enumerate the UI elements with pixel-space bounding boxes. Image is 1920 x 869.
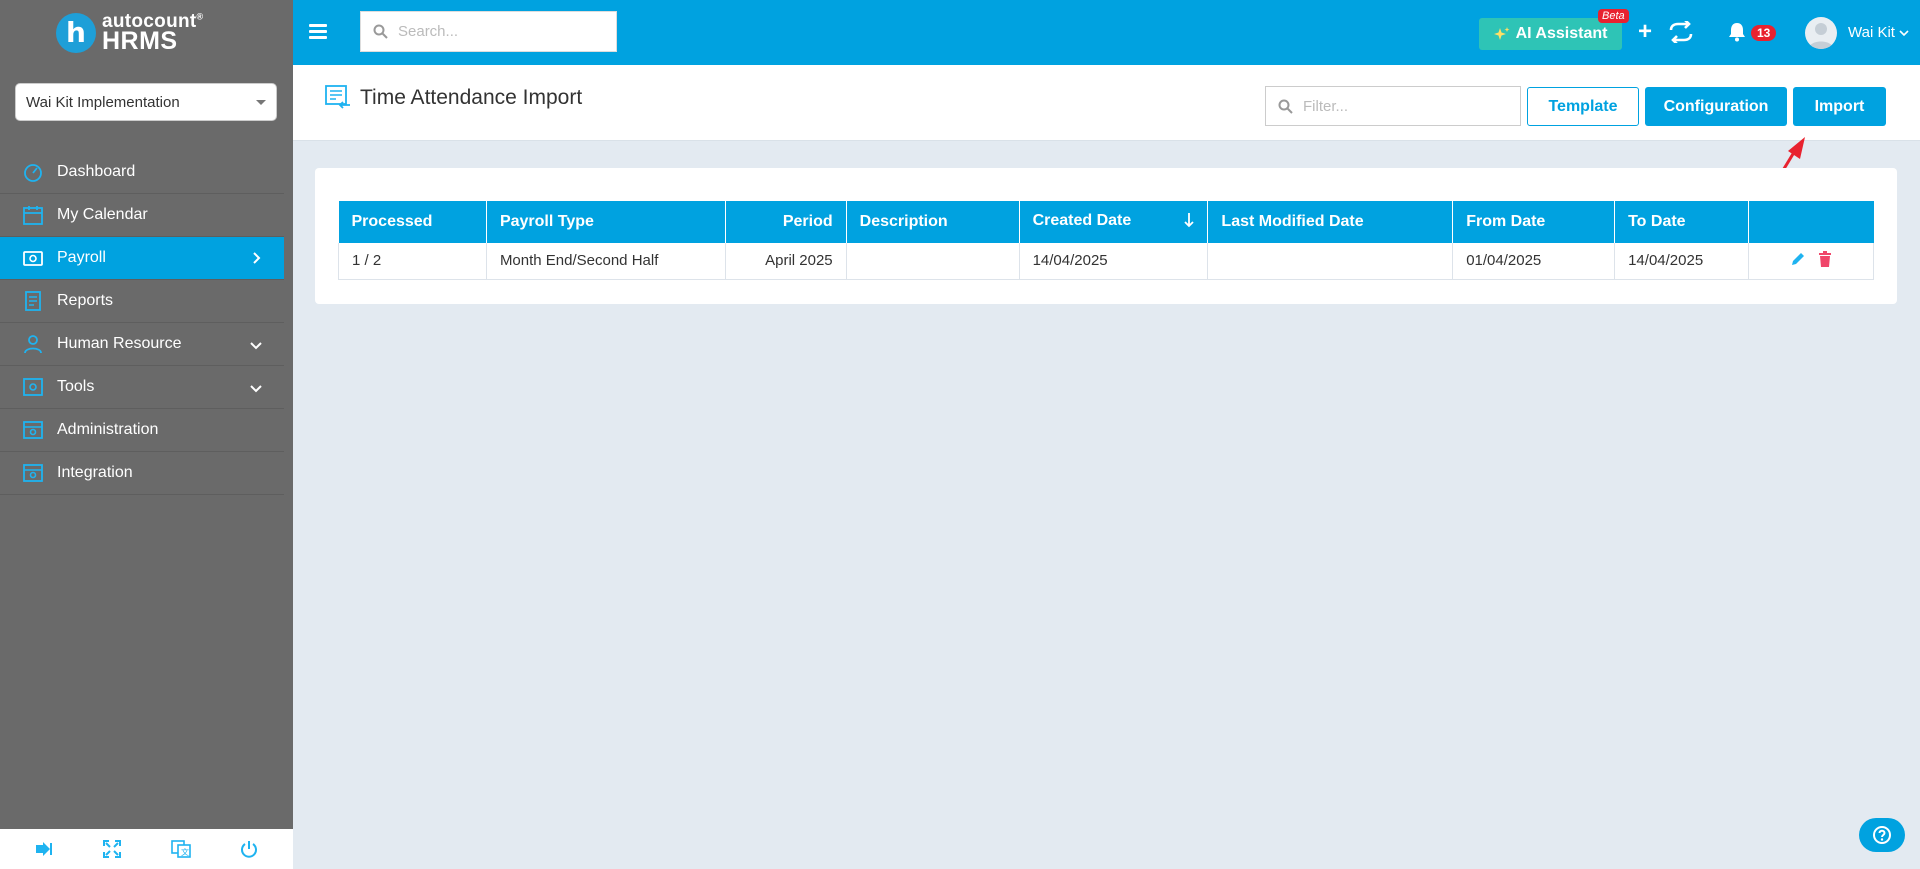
username-label: Wai Kit [1848, 24, 1895, 41]
page-header: Time Attendance Import Template Configur… [293, 65, 1920, 141]
filter-input[interactable] [1303, 97, 1493, 115]
sign-out-icon[interactable] [33, 838, 55, 860]
filter-box [1265, 86, 1521, 126]
search-icon [1278, 99, 1293, 114]
administration-icon [22, 420, 44, 440]
sort-descending-icon [1184, 212, 1195, 233]
template-button[interactable]: Template [1527, 87, 1639, 126]
hamburger-menu-icon[interactable] [309, 24, 327, 42]
chevron-down-icon [1899, 30, 1909, 37]
search-icon [373, 24, 388, 39]
sparkle-icon [1493, 27, 1510, 40]
import-button[interactable]: Import [1793, 87, 1886, 126]
sidebar-item-label: Integration [57, 464, 133, 481]
integration-icon [22, 463, 44, 483]
table-row[interactable]: 1 / 2 Month End/Second Half April 2025 1… [338, 243, 1874, 280]
time-attendance-import-icon [325, 85, 350, 109]
chevron-down-icon [250, 380, 262, 398]
logo-bottom-text: HRMS [102, 26, 178, 55]
tools-icon [22, 377, 44, 397]
top-bar: AI Assistant Beta + 13 Wai Kit [293, 0, 1920, 65]
sidebar-footer: 文 [0, 829, 293, 869]
sync-icon[interactable] [1668, 19, 1694, 48]
column-header-description[interactable]: Description [846, 201, 1020, 243]
edit-icon[interactable] [1790, 251, 1806, 271]
beta-badge: Beta [1598, 9, 1629, 23]
column-header-payroll-type[interactable]: Payroll Type [486, 201, 726, 243]
sidebar-item-label: Payroll [57, 249, 106, 266]
sidebar-item-label: Tools [57, 378, 95, 395]
search-input[interactable] [398, 23, 598, 40]
fullscreen-icon[interactable] [101, 838, 123, 860]
chevron-right-icon [252, 251, 262, 270]
column-header-last-modified-date[interactable]: Last Modified Date [1207, 201, 1454, 243]
delete-icon[interactable] [1818, 250, 1832, 271]
calendar-icon [22, 205, 44, 225]
configuration-button[interactable]: Configuration [1645, 87, 1787, 126]
table-header-row: Processed Payroll Type Period Descriptio… [338, 201, 1874, 243]
company-select[interactable]: Wai Kit Implementation [15, 83, 277, 121]
chevron-down-icon [250, 337, 262, 355]
reports-icon [22, 291, 44, 311]
svg-text:文: 文 [181, 847, 189, 857]
payroll-icon [22, 248, 44, 268]
cell-processed: 1 / 2 [338, 243, 487, 280]
help-button[interactable] [1859, 818, 1905, 852]
bell-icon[interactable] [1728, 22, 1746, 47]
cell-created-date: 14/04/2025 [1019, 243, 1209, 280]
ai-assistant-label: AI Assistant [1515, 25, 1608, 42]
column-header-processed[interactable]: Processed [338, 201, 487, 243]
sidebar-nav: Dashboard My Calendar Payroll Reports Hu… [0, 151, 284, 495]
column-header-from-date[interactable]: From Date [1452, 201, 1616, 243]
sidebar-item-label: My Calendar [57, 206, 148, 223]
sidebar-item-label: Dashboard [57, 163, 136, 180]
content-card: Processed Payroll Type Period Descriptio… [315, 168, 1897, 304]
brand-logo[interactable]: h autocount® HRMS [0, 0, 293, 65]
page-title: Time Attendance Import [360, 86, 583, 109]
human-resource-icon [22, 334, 44, 354]
notification-count-badge: 13 [1751, 25, 1777, 41]
sidebar-item-label: Human Resource [57, 335, 182, 352]
cell-to-date: 14/04/2025 [1614, 243, 1750, 280]
sidebar-item-reports[interactable]: Reports [0, 280, 284, 323]
dashboard-icon [22, 162, 44, 182]
sidebar-item-payroll[interactable]: Payroll [0, 237, 284, 280]
column-header-created-date[interactable]: Created Date [1019, 201, 1209, 243]
cell-from-date: 01/04/2025 [1452, 243, 1616, 280]
column-header-period[interactable]: Period [725, 201, 847, 243]
sidebar-item-dashboard[interactable]: Dashboard [0, 151, 284, 194]
import-table: Processed Payroll Type Period Descriptio… [338, 201, 1874, 280]
cell-description [846, 243, 1020, 280]
column-header-actions [1748, 201, 1874, 243]
user-menu[interactable]: Wai Kit [1848, 24, 1909, 41]
cell-actions [1748, 243, 1874, 280]
cell-payroll-type: Month End/Second Half [486, 243, 726, 280]
sidebar-item-human-resource[interactable]: Human Resource [0, 323, 284, 366]
translate-icon[interactable]: 文 [170, 838, 192, 860]
sidebar-item-administration[interactable]: Administration [0, 409, 284, 452]
company-select-value: Wai Kit Implementation [26, 93, 180, 111]
power-icon[interactable] [238, 838, 260, 860]
column-header-label: Created Date [1032, 211, 1132, 229]
question-icon [1873, 826, 1891, 844]
sidebar-item-tools[interactable]: Tools [0, 366, 284, 409]
avatar[interactable] [1805, 17, 1837, 49]
sidebar-item-label: Reports [57, 292, 114, 309]
sidebar-item-label: Administration [57, 421, 159, 438]
search-box [360, 11, 617, 52]
cell-period: April 2025 [725, 243, 847, 280]
sidebar-item-integration[interactable]: Integration [0, 452, 284, 495]
logo-h-icon: h [56, 12, 96, 53]
plus-icon[interactable]: + [1638, 20, 1652, 44]
caret-down-icon [256, 99, 266, 105]
cell-last-modified-date [1207, 243, 1454, 280]
sidebar: h autocount® HRMS Wai Kit Implementation… [0, 0, 293, 869]
column-header-to-date[interactable]: To Date [1614, 201, 1750, 243]
sidebar-item-my-calendar[interactable]: My Calendar [0, 194, 284, 237]
